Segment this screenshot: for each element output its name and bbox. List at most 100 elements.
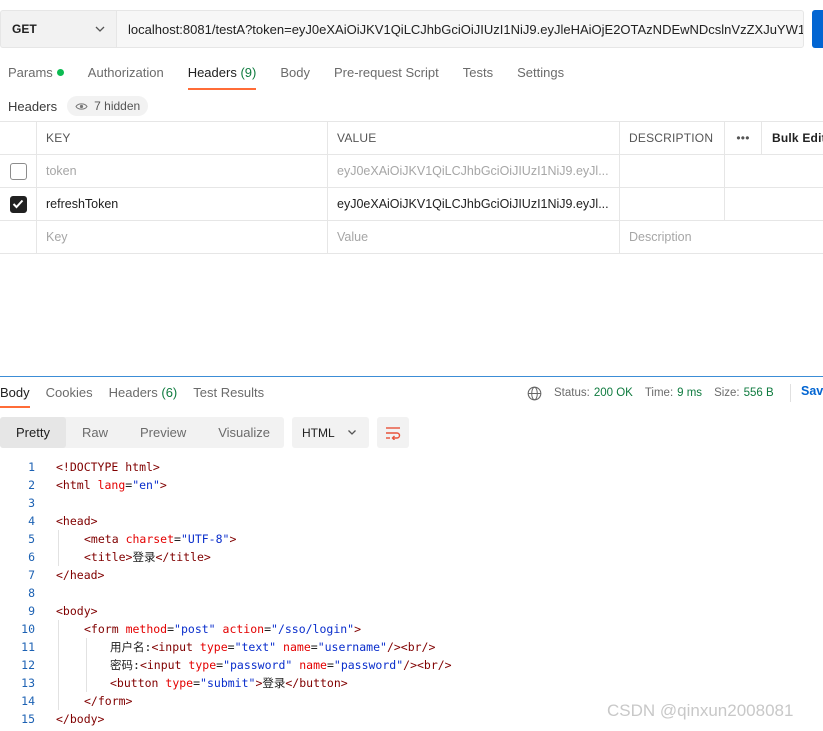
- indent-guide: [58, 638, 59, 656]
- new-value-input[interactable]: Value: [328, 221, 620, 253]
- code-text: <meta charset="UTF-8">: [84, 532, 237, 546]
- request-tabs: Params Authorization Headers (9) Body Pr…: [8, 64, 588, 90]
- new-description-input[interactable]: Description: [620, 221, 823, 253]
- wrap-lines-button[interactable]: [377, 417, 409, 448]
- refresh-token-description-cell[interactable]: [620, 188, 725, 220]
- code-text: <button type="submit">登录</button>: [110, 676, 348, 690]
- checkmark-icon: [12, 199, 24, 209]
- tab-response-headers-label: Headers: [108, 385, 158, 400]
- format-select[interactable]: HTML: [292, 417, 369, 448]
- size-value[interactable]: 556 B: [744, 387, 774, 399]
- tab-pre-request-script[interactable]: Pre-request Script: [334, 64, 439, 90]
- token-value-cell[interactable]: eyJ0eXAiOiJKV1QiLCJhbGciOiJIUzI1NiJ9.eyJ…: [328, 155, 620, 187]
- token-description-cell[interactable]: [620, 155, 725, 187]
- chevron-down-icon: [348, 430, 356, 435]
- token-checkbox[interactable]: [9, 162, 27, 180]
- globe-icon[interactable]: [527, 386, 542, 401]
- tab-headers[interactable]: Headers (9): [187, 64, 257, 90]
- bulk-edit-button[interactable]: Bulk Edit: [762, 122, 823, 154]
- method-select[interactable]: GET: [0, 10, 116, 48]
- line-number: 3: [28, 496, 35, 510]
- code-text: 用户名:<input type="text" name="username"/>…: [110, 640, 436, 654]
- code-line: 11 用户名:<input type="text" name="username"…: [0, 638, 823, 656]
- code-line: 2 <html lang="en">: [0, 476, 823, 494]
- refresh-token-value-cell[interactable]: eyJ0eXAiOiJKV1QiLCJhbGciOiJIUzI1NiJ9.eyJ…: [328, 188, 620, 220]
- tab-headers-count: (9): [240, 65, 257, 80]
- tab-settings[interactable]: Settings: [517, 64, 564, 90]
- code-line: 10 <form method="post" action="/sso/login…: [0, 620, 823, 638]
- line-number: 6: [28, 550, 35, 564]
- code-text: 密码:<input type="password" name="password…: [110, 658, 452, 672]
- hidden-headers-toggle[interactable]: 7 hidden: [67, 96, 149, 116]
- view-visualize[interactable]: Visualize: [202, 417, 286, 448]
- status-value[interactable]: 200 OK: [594, 387, 633, 399]
- line-number: 5: [28, 532, 35, 546]
- code-line: 5 <meta charset="UTF-8">: [0, 530, 823, 548]
- line-number: 12: [21, 658, 35, 672]
- status-label: Status:: [554, 387, 590, 399]
- headers-table: KEY VALUE DESCRIPTION ••• Bulk Edit toke…: [0, 121, 823, 254]
- tab-cookies[interactable]: Cookies: [46, 384, 93, 408]
- view-raw[interactable]: Raw: [66, 417, 124, 448]
- table-row: refreshToken eyJ0eXAiOiJKV1QiLCJhbGciOiJ…: [0, 188, 823, 221]
- refresh-token-checkbox[interactable]: [9, 195, 27, 213]
- new-key-input[interactable]: Key: [37, 221, 328, 253]
- tab-response-headers[interactable]: Headers (6): [109, 384, 178, 408]
- code-line: 4 <head>: [0, 512, 823, 530]
- time-value[interactable]: 9 ms: [677, 387, 702, 399]
- format-label: HTML: [302, 425, 335, 440]
- response-body-code[interactable]: 1 <!DOCTYPE html> 2 <html lang="en"> 3 4 <h…: [0, 458, 823, 728]
- size-label: Size:: [714, 387, 740, 399]
- column-key-header: KEY: [37, 122, 328, 154]
- token-extra-cell: [725, 155, 762, 187]
- tab-headers-label: Headers: [187, 65, 237, 80]
- indent-guide: [86, 656, 87, 674]
- code-line: 9 <body>: [0, 602, 823, 620]
- new-row-checkbox-cell: [0, 221, 37, 253]
- code-line: 6 <title>登录</title>: [0, 548, 823, 566]
- view-pretty[interactable]: Pretty: [0, 417, 66, 448]
- tab-params-label: Params: [8, 65, 53, 80]
- line-number: 15: [21, 712, 35, 726]
- save-response-button[interactable]: Sav: [790, 384, 823, 402]
- line-number: 7: [28, 568, 35, 582]
- response-tabs: Body Cookies Headers (6) Test Results: [0, 384, 280, 408]
- tab-test-results[interactable]: Test Results: [193, 384, 264, 408]
- indent-guide: [58, 620, 59, 638]
- refresh-token-key-cell[interactable]: refreshToken: [37, 188, 328, 220]
- tab-body[interactable]: Body: [280, 64, 310, 90]
- table-row: token eyJ0eXAiOiJKV1QiLCJhbGciOiJIUzI1Ni…: [0, 155, 823, 188]
- code-line: 13 <button type="submit">登录</button>: [0, 674, 823, 692]
- method-label: GET: [12, 22, 37, 36]
- line-number: 9: [28, 604, 35, 618]
- more-options-button[interactable]: •••: [725, 122, 762, 154]
- refresh-token-extra-cell: [725, 188, 762, 220]
- header-checkbox-column: [0, 122, 37, 154]
- pane-divider[interactable]: [0, 376, 823, 377]
- row-checkbox-cell: [0, 188, 37, 220]
- code-text: <html lang="en">: [56, 478, 167, 492]
- indent-guide: [58, 656, 59, 674]
- code-text: <head>: [56, 514, 98, 528]
- tab-response-headers-count: (6): [161, 385, 178, 400]
- line-number: 4: [28, 514, 35, 528]
- line-number: 11: [21, 640, 35, 654]
- url-input[interactable]: localhost:8081/testA?token=eyJ0eXAiOiJKV…: [116, 10, 804, 48]
- table-header-row: KEY VALUE DESCRIPTION ••• Bulk Edit: [0, 122, 823, 155]
- tab-params[interactable]: Params: [8, 64, 64, 90]
- view-preview[interactable]: Preview: [124, 417, 202, 448]
- indent-guide: [86, 674, 87, 692]
- line-number: 2: [28, 478, 35, 492]
- hidden-headers-label: 7 hidden: [94, 99, 141, 113]
- headers-subheader: Headers 7 hidden: [8, 96, 149, 116]
- token-key-cell[interactable]: token: [37, 155, 328, 187]
- code-text: </form>: [84, 694, 133, 708]
- line-number: 1: [28, 460, 35, 474]
- tab-tests[interactable]: Tests: [463, 64, 493, 90]
- code-line: 8: [0, 584, 823, 602]
- tab-authorization[interactable]: Authorization: [88, 64, 164, 90]
- send-button[interactable]: [812, 10, 823, 48]
- response-status: Status: 200 OK Time: 9 ms Size: 556 B: [527, 384, 774, 402]
- tab-response-body[interactable]: Body: [0, 384, 30, 408]
- indent-guide: [58, 548, 59, 566]
